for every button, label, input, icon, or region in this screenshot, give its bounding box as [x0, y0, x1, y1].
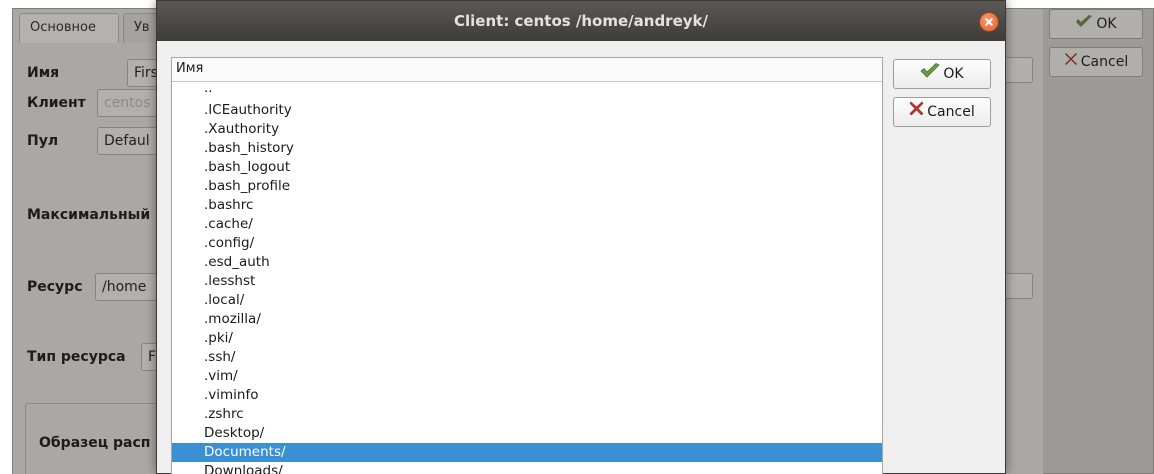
- resource-label: Ресурс: [27, 279, 83, 295]
- list-item[interactable]: .viminfo: [172, 386, 882, 405]
- dialog-titlebar[interactable]: Client: centos /home/andreyk/: [157, 1, 1005, 41]
- x-mark-icon: [1064, 48, 1078, 76]
- max-label: Максимальный: [27, 207, 151, 223]
- list-item[interactable]: .esd_auth: [172, 253, 882, 272]
- list-item[interactable]: Documents/: [172, 443, 882, 462]
- ok-label: OK: [943, 66, 964, 82]
- name-label: Имя: [27, 65, 60, 81]
- list-item[interactable]: Desktop/: [172, 424, 882, 443]
- list-item-parent-dir[interactable]: ..: [172, 81, 882, 101]
- list-item[interactable]: .ICEauthority: [172, 101, 882, 120]
- list-item[interactable]: .pki/: [172, 329, 882, 348]
- file-list-header-name[interactable]: Имя: [172, 58, 882, 82]
- list-item[interactable]: .mozilla/: [172, 310, 882, 329]
- check-arrow-icon: [1075, 10, 1093, 38]
- dialog-title: Client: centos /home/andreyk/: [454, 12, 708, 30]
- pool-label: Пул: [27, 133, 59, 149]
- background-ok-button[interactable]: OK: [1049, 9, 1143, 39]
- client-label: Клиент: [27, 95, 86, 111]
- list-item[interactable]: .vim/: [172, 367, 882, 386]
- background-ok-label: OK: [1096, 16, 1117, 32]
- list-item[interactable]: .local/: [172, 291, 882, 310]
- file-browser-dialog: Client: centos /home/andreyk/ Имя .. .ICE…: [156, 0, 1006, 474]
- list-item[interactable]: .ssh/: [172, 348, 882, 367]
- list-item[interactable]: .cache/: [172, 215, 882, 234]
- cancel-button[interactable]: Cancel: [893, 97, 991, 127]
- list-item[interactable]: .bash_logout: [172, 158, 882, 177]
- list-item[interactable]: .Xauthority: [172, 120, 882, 139]
- list-item[interactable]: .zshrc: [172, 405, 882, 424]
- list-item[interactable]: .bash_profile: [172, 177, 882, 196]
- file-list[interactable]: Имя .. .ICEauthority .Xauthority .bash_hist…: [171, 57, 883, 474]
- list-item[interactable]: .config/: [172, 234, 882, 253]
- list-item[interactable]: .bash_history: [172, 139, 882, 158]
- list-item[interactable]: .bashrc: [172, 196, 882, 215]
- background-cancel-button[interactable]: Cancel: [1049, 47, 1143, 77]
- ok-button[interactable]: OK: [893, 59, 991, 89]
- name-field-end: [1003, 57, 1033, 83]
- x-mark-icon: [909, 98, 924, 126]
- file-list-body: .. .ICEauthority .Xauthority .bash_history.…: [172, 81, 882, 474]
- cancel-label: Cancel: [927, 104, 975, 120]
- resource-type-label: Тип ресурса: [27, 349, 126, 365]
- resource-browse-button[interactable]: [1003, 273, 1033, 299]
- sample-group-title: Образец расп: [39, 435, 151, 451]
- background-cancel-label: Cancel: [1080, 54, 1129, 70]
- close-icon[interactable]: [979, 12, 999, 32]
- check-arrow-icon: [920, 60, 941, 88]
- list-item[interactable]: .lesshst: [172, 272, 882, 291]
- list-item[interactable]: Downloads/: [172, 462, 882, 474]
- tab-main[interactable]: Основное: [19, 13, 119, 43]
